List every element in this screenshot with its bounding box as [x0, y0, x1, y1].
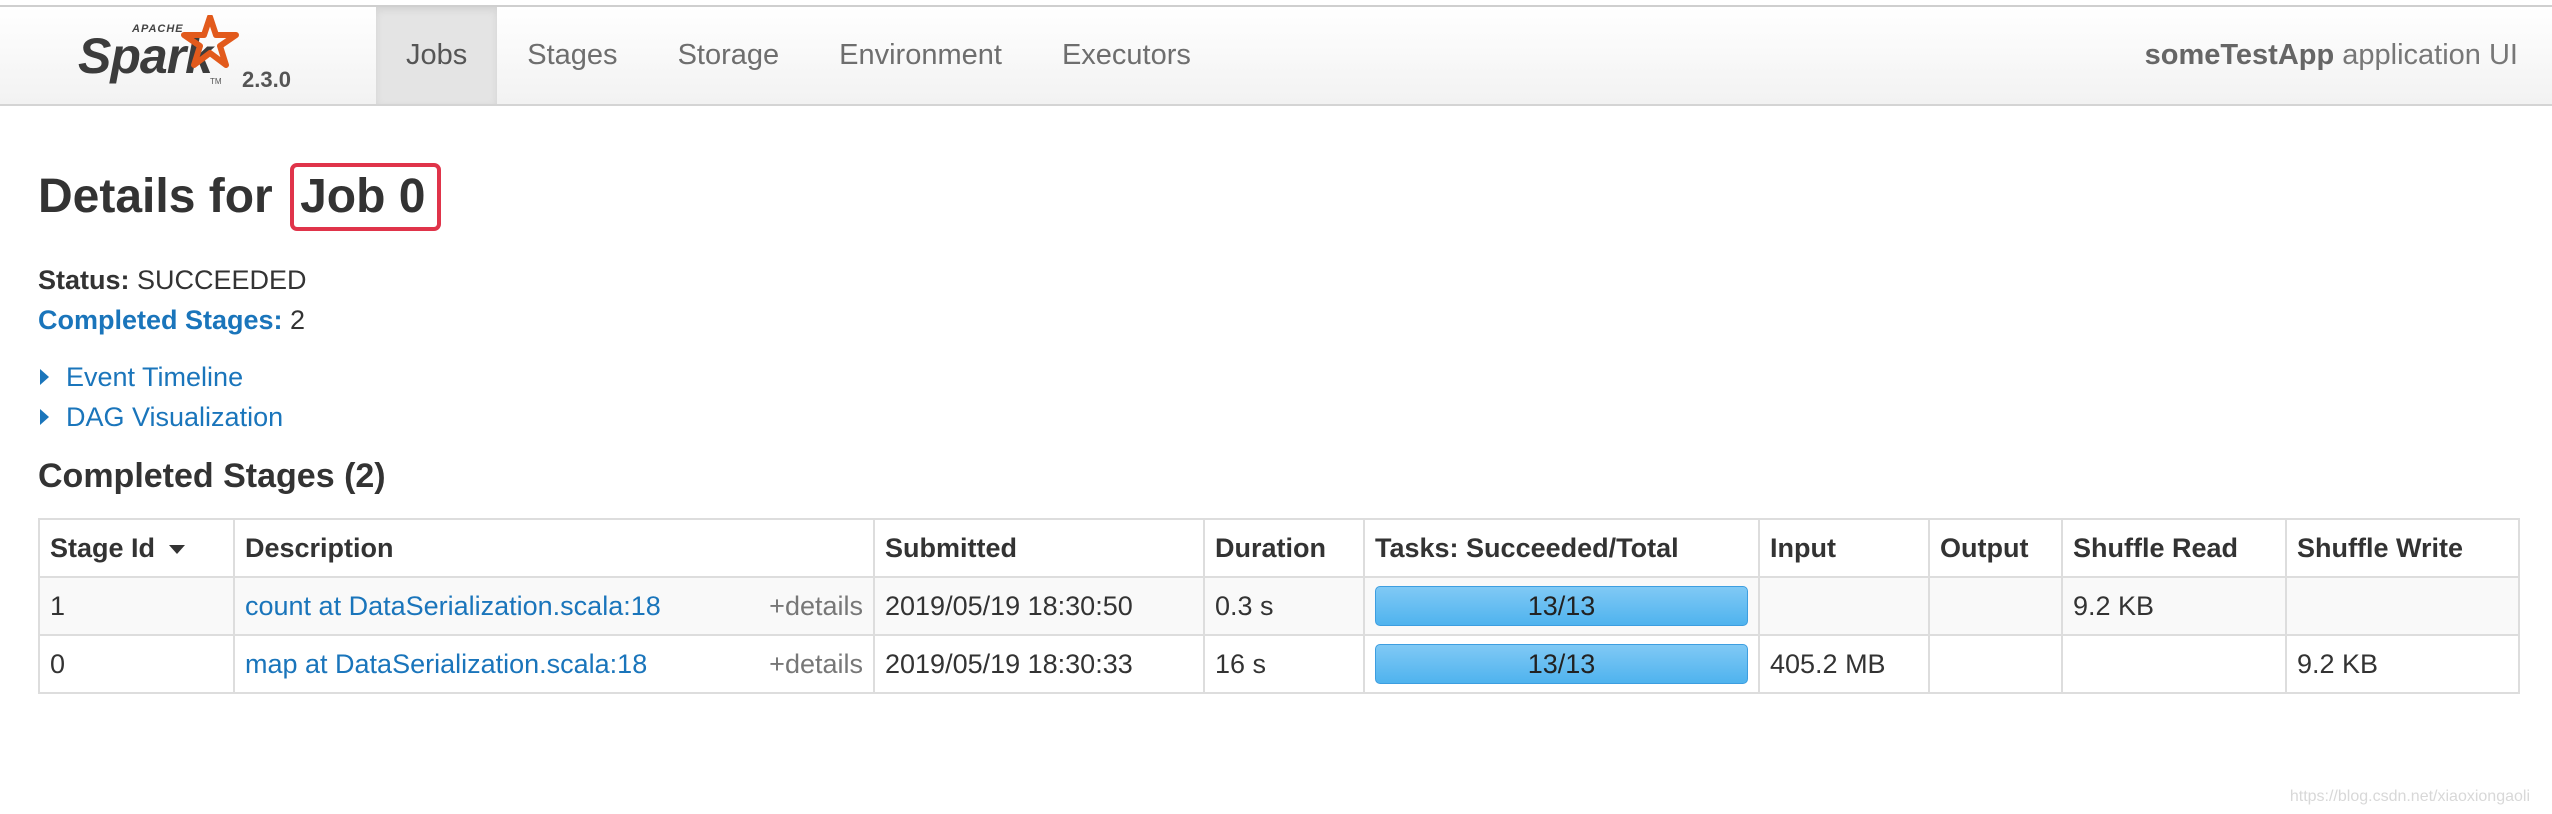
completed-stages-table: Stage Id Description Submitted Duration …: [38, 518, 2520, 694]
event-timeline-toggle[interactable]: Event Timeline: [40, 357, 283, 397]
cell-duration: 0.3 s: [1203, 576, 1365, 636]
stage-description-link[interactable]: count at DataSerialization.scala:18: [245, 591, 661, 621]
logo-apache-text: APACHE: [132, 23, 184, 35]
cell-shuffle-read: [2061, 634, 2287, 694]
spark-version: 2.3.0: [242, 67, 291, 92]
application-title: someTestApp application UI: [2145, 7, 2518, 104]
details-toggle[interactable]: +details: [769, 578, 863, 634]
col-header-output[interactable]: Output: [1928, 518, 2063, 578]
cell-description: map at DataSerialization.scala:18 +detai…: [233, 634, 875, 694]
completed-stages-link[interactable]: Completed Stages:: [38, 305, 283, 335]
cell-output: [1928, 634, 2063, 694]
col-header-shuffle-read[interactable]: Shuffle Read: [2061, 518, 2287, 578]
col-header-stage-id-label: Stage Id: [50, 532, 156, 563]
cell-shuffle-write: [2285, 576, 2520, 636]
spark-star-icon: [181, 15, 239, 68]
event-timeline-label: Event Timeline: [66, 362, 244, 392]
table-row: 1 count at DataSerialization.scala:18 +d…: [38, 576, 2520, 636]
cell-submitted: 2019/05/19 18:30:33: [873, 634, 1205, 694]
table-header-row: Stage Id Description Submitted Duration …: [38, 518, 2520, 578]
col-header-submitted[interactable]: Submitted: [873, 518, 1205, 578]
nav-tab-jobs[interactable]: Jobs: [376, 7, 498, 104]
caret-right-icon: [40, 409, 49, 425]
cell-shuffle-write: 9.2 KB: [2285, 634, 2520, 694]
table-row: 0 map at DataSerialization.scala:18 +det…: [38, 634, 2520, 694]
completed-stages-heading: Completed Stages (2): [38, 457, 386, 495]
caret-right-icon: [40, 369, 49, 385]
stage-description-link[interactable]: map at DataSerialization.scala:18: [245, 649, 647, 679]
col-header-stage-id[interactable]: Stage Id: [38, 518, 235, 578]
col-header-description[interactable]: Description: [233, 518, 875, 578]
expandable-sections: Event Timeline DAG Visualization: [40, 357, 283, 437]
nav-tab-environment[interactable]: Environment: [809, 7, 1032, 104]
cell-input: 405.2 MB: [1758, 634, 1930, 694]
col-header-shuffle-write[interactable]: Shuffle Write: [2285, 518, 2520, 578]
logo-tm: TM: [210, 77, 222, 86]
application-suffix: application UI: [2334, 39, 2518, 71]
job-id-highlight: Job 0: [290, 163, 442, 231]
page-title-prefix: Details for: [38, 170, 287, 223]
col-header-duration[interactable]: Duration: [1203, 518, 1365, 578]
cell-description: count at DataSerialization.scala:18 +det…: [233, 576, 875, 636]
cell-input: [1758, 576, 1930, 636]
nav-tab-stages[interactable]: Stages: [497, 7, 647, 104]
completed-stages-line: Completed Stages: 2: [38, 300, 307, 340]
cell-tasks: 13/13: [1363, 634, 1760, 694]
cell-stage-id: 1: [38, 576, 235, 636]
tasks-progress-bar: 13/13: [1375, 644, 1748, 684]
cell-stage-id: 0: [38, 634, 235, 694]
watermark-text: https://blog.csdn.net/xiaoxiongaoli: [2289, 788, 2530, 805]
top-navbar: Spark APACHE TM 2.3.0 Jobs Stages Storag…: [0, 5, 2552, 106]
cell-output: [1928, 576, 2063, 636]
status-value: SUCCEEDED: [129, 265, 307, 295]
cell-shuffle-read: 9.2 KB: [2061, 576, 2287, 636]
cell-submitted: 2019/05/19 18:30:50: [873, 576, 1205, 636]
nav-tab-executors[interactable]: Executors: [1032, 7, 1221, 104]
tasks-progress-bar: 13/13: [1375, 586, 1748, 626]
col-header-input[interactable]: Input: [1758, 518, 1930, 578]
main-nav: Jobs Stages Storage Environment Executor…: [376, 7, 1221, 104]
application-name: someTestApp: [2144, 39, 2335, 71]
nav-tab-storage[interactable]: Storage: [648, 7, 810, 104]
page-title: Details for Job 0: [38, 163, 442, 231]
details-toggle[interactable]: +details: [769, 636, 863, 692]
job-summary: Status: SUCCEEDED Completed Stages: 2: [38, 260, 307, 340]
dag-visualization-label: DAG Visualization: [66, 402, 284, 432]
sort-desc-icon: [169, 544, 186, 554]
cell-tasks: 13/13: [1363, 576, 1760, 636]
status-label: Status:: [38, 265, 130, 295]
dag-visualization-toggle[interactable]: DAG Visualization: [40, 397, 283, 437]
status-line: Status: SUCCEEDED: [38, 260, 307, 300]
col-header-tasks[interactable]: Tasks: Succeeded/Total: [1363, 518, 1760, 578]
tasks-progress-label: 13/13: [1527, 591, 1596, 621]
spark-logo[interactable]: Spark APACHE TM 2.3.0: [70, 11, 310, 101]
completed-stages-count: 2: [282, 305, 306, 335]
cell-duration: 16 s: [1203, 634, 1365, 694]
tasks-progress-label: 13/13: [1527, 649, 1596, 679]
